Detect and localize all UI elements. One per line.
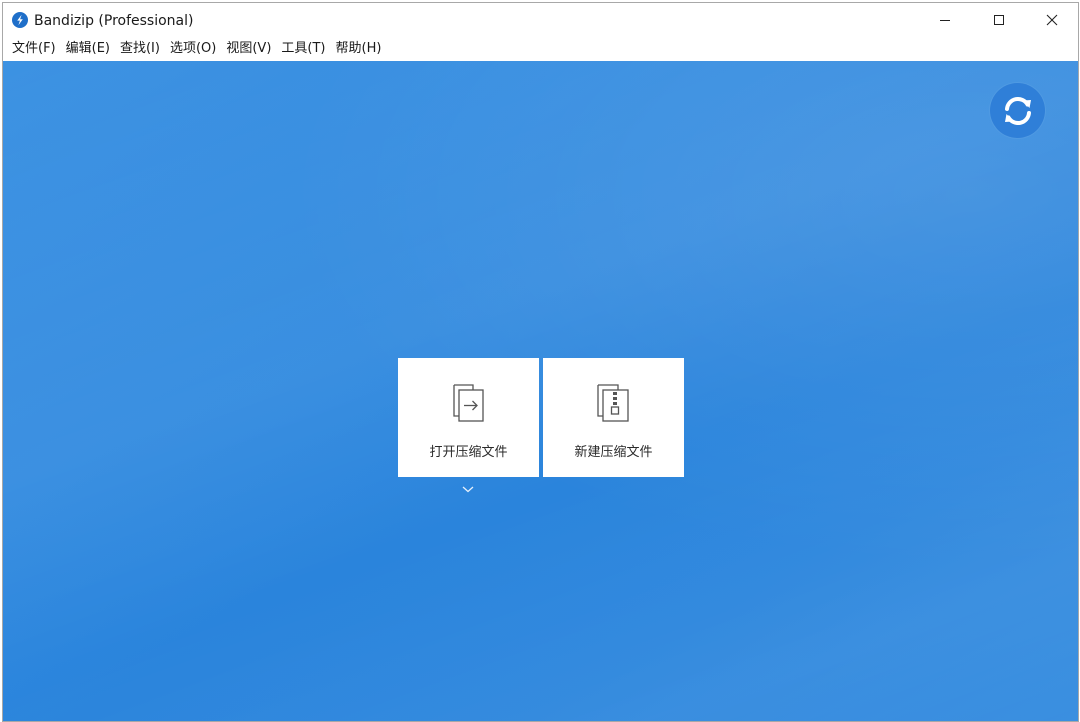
open-archive-button[interactable]: 打开压缩文件: [398, 358, 539, 477]
title-bar[interactable]: Bandizip (Professional): [3, 3, 1078, 37]
close-icon: [1046, 14, 1058, 26]
app-window: Bandizip (Professional) 文件(F) 编辑(E) 查找(I…: [2, 2, 1079, 722]
menu-options[interactable]: 选项(O): [166, 38, 220, 60]
close-button[interactable]: [1029, 3, 1075, 37]
open-archive-icon: [452, 384, 484, 422]
maximize-icon: [994, 15, 1004, 25]
menu-view[interactable]: 视图(V): [222, 38, 275, 60]
open-archive-label: 打开压缩文件: [429, 445, 508, 460]
menu-tools[interactable]: 工具(T): [277, 38, 329, 60]
menu-file[interactable]: 文件(F): [8, 38, 60, 60]
background-glow: [3, 61, 1078, 721]
maximize-button[interactable]: [976, 3, 1022, 37]
chevron-down-icon[interactable]: [461, 484, 475, 494]
refresh-button[interactable]: [990, 83, 1045, 138]
new-archive-label: 新建压缩文件: [574, 445, 653, 460]
bandizip-logo-icon: [12, 12, 28, 28]
minimize-icon: [940, 20, 950, 21]
menu-find[interactable]: 查找(I): [116, 38, 164, 60]
new-archive-button[interactable]: 新建压缩文件: [543, 358, 684, 477]
main-panel: 打开压缩文件 新建压缩文件: [3, 61, 1078, 721]
menu-bar: 文件(F) 编辑(E) 查找(I) 选项(O) 视图(V) 工具(T) 帮助(H…: [3, 37, 1078, 61]
menu-help[interactable]: 帮助(H): [332, 38, 386, 60]
minimize-button[interactable]: [922, 3, 968, 37]
menu-edit[interactable]: 编辑(E): [62, 38, 114, 60]
new-archive-icon: [596, 384, 629, 422]
refresh-icon: [1004, 96, 1031, 125]
window-title: Bandizip (Professional): [34, 13, 194, 29]
